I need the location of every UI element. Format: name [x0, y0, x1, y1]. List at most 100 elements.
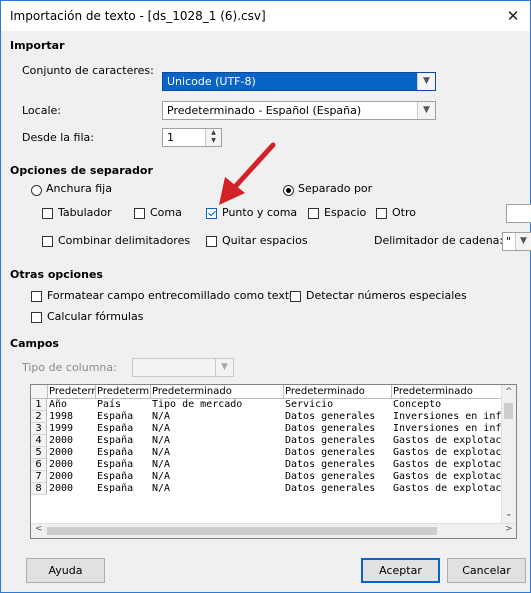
quoted-as-text-checkbox[interactable]	[31, 291, 42, 302]
comma-label: Coma	[150, 206, 182, 219]
grid-cell: 2000	[49, 459, 74, 470]
comma-checkbox[interactable]	[134, 208, 145, 219]
other-input[interactable]	[506, 204, 531, 223]
detect-numbers-label: Detectar números especiales	[306, 289, 467, 302]
text-import-dialog: Importación de texto - [ds_1028_1 (6).cs…	[0, 0, 531, 593]
locale-label: Locale:	[22, 104, 61, 117]
charset-value: Unicode (UTF-8)	[167, 75, 256, 88]
column-header[interactable]: Predeterminado	[284, 385, 392, 399]
vertical-scrollbar[interactable]: ^ ⌄	[501, 385, 516, 524]
row-number: 2	[31, 411, 47, 423]
fixed-width-radio[interactable]	[31, 185, 42, 196]
row-number: 7	[31, 471, 47, 483]
grid-cell: Datos generales	[285, 483, 376, 494]
import-section-title: Importar	[10, 39, 65, 52]
row-number: 4	[31, 435, 47, 447]
grid-cell: España	[97, 483, 134, 494]
column-header[interactable]: Predeterminado	[151, 385, 284, 399]
grid-cell: España	[97, 411, 134, 422]
merge-delimiters-checkbox[interactable]	[42, 236, 53, 247]
grid-cell: España	[97, 447, 134, 458]
window-title: Importación de texto - [ds_1028_1 (6).cs…	[10, 9, 266, 23]
column-type-label: Tipo de columna:	[22, 361, 117, 374]
from-row-label: Desde la fila:	[22, 131, 94, 144]
grid-cell: País	[97, 399, 122, 410]
scroll-thumb[interactable]	[504, 403, 513, 419]
scroll-up-icon[interactable]: ^	[505, 387, 513, 397]
row-number: 3	[31, 423, 47, 435]
grid-cell: Datos generales	[285, 411, 376, 422]
grid-cell: Datos generales	[285, 471, 376, 482]
grid-cell: 2000	[49, 447, 74, 458]
arrow-shaft	[230, 142, 276, 192]
grid-cell: Año	[49, 399, 68, 410]
separated-by-radio[interactable]	[283, 185, 294, 196]
grid-cell: 2000	[49, 483, 74, 494]
charset-select[interactable]: Unicode (UTF-8) ▼	[162, 72, 436, 91]
grid-cell: Inversiones en inf	[393, 411, 502, 422]
grid-cell: Tipo de mercado	[152, 399, 243, 410]
grid-cell: N/A	[152, 423, 171, 434]
grid-corner	[31, 385, 48, 399]
merge-delimiters-label: Combinar delimitadores	[58, 234, 191, 247]
scroll-left-icon[interactable]: <	[35, 524, 43, 534]
grid-cell: Datos generales	[285, 435, 376, 446]
other-checkbox[interactable]	[376, 208, 387, 219]
column-header[interactable]: Predeterminado	[392, 385, 504, 399]
help-button[interactable]: Ayuda	[26, 558, 105, 583]
trim-spaces-checkbox[interactable]	[206, 236, 217, 247]
scroll-down-icon[interactable]: ⌄	[505, 509, 513, 519]
grid-cell: Datos generales	[285, 423, 376, 434]
red-arrow-annotation	[219, 142, 276, 205]
grid-cell: España	[97, 459, 134, 470]
ok-button[interactable]: Aceptar	[361, 558, 440, 583]
fields-section-title: Campos	[10, 337, 59, 350]
grid-cell: España	[97, 423, 134, 434]
grid-cell: Gastos de explotac	[393, 459, 502, 470]
grid-cell: 2000	[49, 471, 74, 482]
grid-cell: N/A	[152, 411, 171, 422]
row-number: 1	[31, 399, 47, 411]
grid-cell: España	[97, 471, 134, 482]
grid-cell: 1999	[49, 423, 74, 434]
grid-cell: N/A	[152, 447, 171, 458]
string-delimiter-select[interactable]: " ▼	[502, 232, 531, 251]
chevron-down-icon[interactable]: ▼	[417, 102, 435, 119]
grid-cell: N/A	[152, 471, 171, 482]
preview-grid[interactable]: Predeterm Predeterm Predeterminado Prede…	[30, 384, 517, 539]
cancel-button[interactable]: Cancelar	[447, 558, 526, 583]
detect-numbers-checkbox[interactable]	[290, 291, 301, 302]
chevron-down-icon[interactable]: ▼	[215, 359, 233, 376]
grid-cell: 2000	[49, 435, 74, 446]
string-delimiter-value: "	[506, 235, 512, 248]
grid-cell: Gastos de explotac	[393, 471, 502, 482]
grid-cell: Servicio	[285, 399, 334, 410]
column-header[interactable]: Predeterm	[96, 385, 151, 399]
row-number: 6	[31, 459, 47, 471]
scroll-thumb[interactable]	[47, 527, 437, 535]
trim-spaces-label: Quitar espacios	[222, 234, 308, 247]
separator-section-title: Opciones de separador	[10, 164, 153, 177]
other-label: Otro	[392, 206, 416, 219]
chevron-down-icon[interactable]: ▼	[417, 73, 435, 90]
grid-cell: Datos generales	[285, 459, 376, 470]
grid-cell: Inversiones en inf	[393, 423, 502, 434]
column-type-select[interactable]: ▼	[132, 358, 234, 377]
evaluate-formulas-checkbox[interactable]	[31, 312, 42, 323]
column-header[interactable]: Predeterm	[48, 385, 96, 399]
space-checkbox[interactable]	[308, 208, 319, 219]
scroll-right-icon[interactable]: >	[505, 524, 513, 534]
chevron-down-icon[interactable]: ▼	[515, 233, 531, 250]
grid-cell: Gastos de explotac	[393, 483, 502, 494]
locale-value: Predeterminado - Español (España)	[167, 104, 362, 117]
row-number: 8	[31, 483, 47, 495]
tab-checkbox[interactable]	[42, 208, 53, 219]
close-icon[interactable]: ✕	[496, 1, 530, 31]
horizontal-scrollbar[interactable]: < >	[31, 523, 516, 538]
grid-cell: Gastos de explotac	[393, 435, 502, 446]
locale-select[interactable]: Predeterminado - Español (España) ▼	[162, 101, 436, 120]
quoted-as-text-label: Formatear campo entrecomillado como text…	[47, 289, 296, 302]
evaluate-formulas-label: Calcular fórmulas	[47, 310, 144, 323]
charset-label: Conjunto de caracteres:	[22, 64, 154, 77]
from-row-value: 1	[167, 131, 174, 144]
